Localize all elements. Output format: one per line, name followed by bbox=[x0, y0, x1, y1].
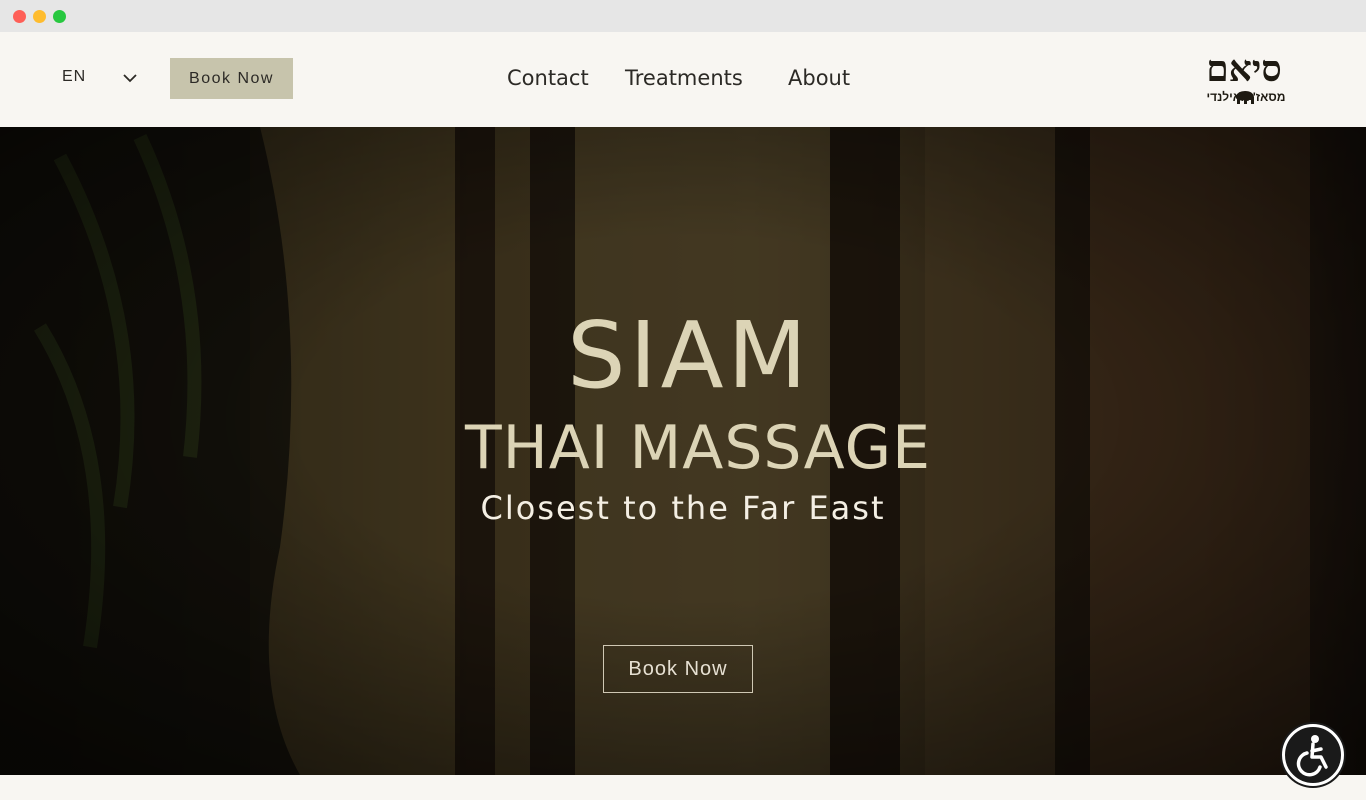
book-now-hero-button[interactable]: Book Now bbox=[603, 645, 753, 693]
page-bottom-strip bbox=[0, 775, 1366, 800]
nav-contact[interactable]: Contact bbox=[507, 66, 589, 90]
site-logo[interactable]: סיאם מסאז' תאילנדי bbox=[1174, 48, 1314, 110]
hero-tagline: Closest to the Far East bbox=[480, 489, 886, 527]
site-header: EN Book Now Contact Treatments About סיא… bbox=[0, 32, 1366, 127]
accessibility-icon bbox=[1296, 735, 1328, 777]
nav-treatments[interactable]: Treatments bbox=[625, 66, 743, 90]
chevron-down-icon[interactable] bbox=[122, 73, 138, 83]
nav-about[interactable]: About bbox=[788, 66, 850, 90]
language-selector[interactable]: EN bbox=[62, 68, 86, 86]
accessibility-button[interactable] bbox=[1282, 724, 1344, 786]
window-minimize-button[interactable] bbox=[33, 10, 46, 23]
hero-subtitle: THAI MASSAGE bbox=[464, 413, 932, 483]
logo-wordmark: סיאם bbox=[1206, 48, 1282, 90]
hero-section: SIAM THAI MASSAGE Closest to the Far Eas… bbox=[0, 127, 1366, 775]
window-titlebar bbox=[0, 0, 1366, 32]
window-maximize-button[interactable] bbox=[53, 10, 66, 23]
book-now-header-button[interactable]: Book Now bbox=[170, 58, 293, 99]
window-close-button[interactable] bbox=[13, 10, 26, 23]
logo-subtitle: מסאז' תאילנדי bbox=[1206, 90, 1286, 104]
hero-title: SIAM bbox=[567, 302, 811, 409]
